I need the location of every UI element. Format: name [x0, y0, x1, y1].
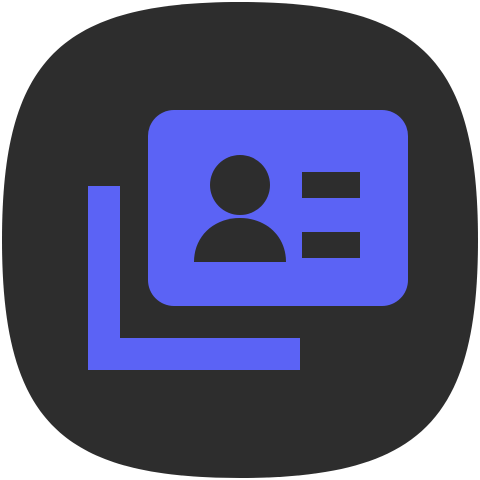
app-icon[interactable]: [0, 0, 480, 480]
contact-cards-icon: [2, 2, 478, 478]
detail-line-2: [302, 232, 360, 258]
detail-line-1: [302, 172, 360, 198]
person-head: [210, 155, 270, 215]
front-card: [148, 110, 408, 306]
canvas: [0, 0, 480, 480]
